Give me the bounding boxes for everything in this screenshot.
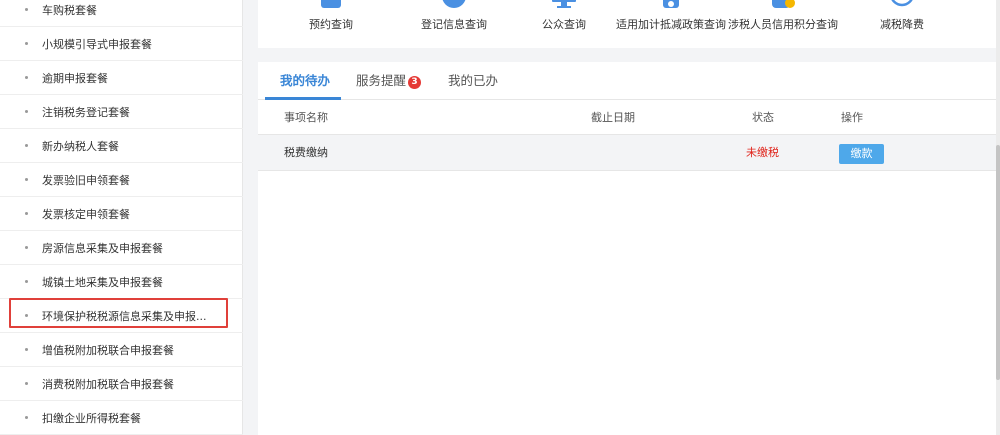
bullet-icon xyxy=(25,76,28,79)
sidebar-item-label: 小规模引导式申报套餐 xyxy=(42,37,152,51)
tab-bar: 我的待办 服务提醒 3 我的已办 xyxy=(258,62,1000,100)
column-header-item-name: 事项名称 xyxy=(284,111,328,124)
bullet-icon xyxy=(25,382,28,385)
quick-access-label: 预约查询 xyxy=(309,18,353,31)
sidebar-item-label: 注销税务登记套餐 xyxy=(42,105,130,119)
tab-my-done[interactable]: 我的已办 xyxy=(448,62,498,100)
calendar-search-icon xyxy=(321,0,341,8)
tab-my-todo[interactable]: 我的待办 xyxy=(280,62,330,100)
sidebar-item-label: 发票核定申领套餐 xyxy=(42,207,130,221)
document-icon xyxy=(663,0,679,8)
quick-access-label: 登记信息查询 xyxy=(421,18,487,31)
bullet-icon xyxy=(25,42,28,45)
sidebar-item-label: 环境保护税税源信息采集及申报... xyxy=(42,309,207,323)
quick-access-tax-reduction[interactable]: 减税降费 xyxy=(862,0,942,48)
sidebar-item-vehicle-tax[interactable]: 车购税套餐 xyxy=(0,0,243,27)
column-header-action: 操作 xyxy=(841,111,863,124)
tab-service-reminder[interactable]: 服务提醒 3 xyxy=(356,62,422,100)
bullet-icon xyxy=(25,416,28,419)
registration-info-icon xyxy=(442,0,466,8)
page-scrollbar[interactable] xyxy=(996,0,1000,435)
user-credit-icon xyxy=(772,0,795,8)
sidebar-item-label: 房源信息采集及申报套餐 xyxy=(42,241,163,255)
row-item-name: 税费缴纳 xyxy=(284,146,328,159)
table-row: 税费缴纳 未缴税 缴款 xyxy=(258,135,1000,171)
scrollbar-thumb[interactable] xyxy=(996,145,1000,380)
sidebar-item-label: 扣缴企业所得税套餐 xyxy=(42,411,141,425)
quick-access-bar: 预约查询 登记信息查询 公众查询 适用加计抵减政策查询 涉税人员信用积分查询 减… xyxy=(258,0,1000,48)
bullet-icon xyxy=(25,348,28,351)
monitor-icon xyxy=(552,0,576,8)
quick-access-label: 减税降费 xyxy=(880,18,924,31)
quick-access-credit-score-query[interactable]: 涉税人员信用积分查询 xyxy=(725,0,841,48)
bullet-icon xyxy=(25,110,28,113)
sidebar-item-label: 新办纳税人套餐 xyxy=(42,139,119,153)
sidebar-item-label: 车购税套餐 xyxy=(42,3,97,17)
sidebar-item-environmental-tax[interactable]: 环境保护税税源信息采集及申报... xyxy=(0,299,243,333)
bullet-icon xyxy=(25,144,28,147)
bullet-icon xyxy=(25,178,28,181)
quick-access-label: 适用加计抵减政策查询 xyxy=(616,18,726,31)
todo-panel: 我的待办 服务提醒 3 我的已办 事项名称 截止日期 状态 操作 税费缴纳 未缴税… xyxy=(258,62,1000,435)
sidebar-item-new-taxpayer[interactable]: 新办纳税人套餐 xyxy=(0,129,243,163)
sidebar-item-withholding-cit[interactable]: 扣缴企业所得税套餐 xyxy=(0,401,243,435)
quick-access-label: 涉税人员信用积分查询 xyxy=(728,18,838,31)
sidebar-item-overdue-filing[interactable]: 逾期申报套餐 xyxy=(0,61,243,95)
sidebar-item-property-info[interactable]: 房源信息采集及申报套餐 xyxy=(0,231,243,265)
sidebar-item-urban-land[interactable]: 城镇土地采集及申报套餐 xyxy=(0,265,243,299)
sidebar-item-label: 发票验旧申领套餐 xyxy=(42,173,130,187)
sidebar-item-small-scale-guided[interactable]: 小规模引导式申报套餐 xyxy=(0,27,243,61)
column-header-deadline: 截止日期 xyxy=(591,111,635,124)
bullet-icon xyxy=(25,280,28,283)
sidebar: 车购税套餐 小规模引导式申报套餐 逾期申报套餐 注销税务登记套餐 新办纳税人套餐… xyxy=(0,0,243,435)
tax-reduction-icon xyxy=(891,0,913,7)
bullet-icon xyxy=(25,212,28,215)
bullet-icon xyxy=(25,314,28,317)
sidebar-item-label: 增值税附加税联合申报套餐 xyxy=(42,343,174,357)
sidebar-item-consumption-surcharge[interactable]: 消费税附加税联合申报套餐 xyxy=(0,367,243,401)
bullet-icon xyxy=(25,8,28,11)
column-header-status: 状态 xyxy=(752,111,774,124)
tab-label: 服务提醒 xyxy=(356,73,407,88)
quick-access-public-query[interactable]: 公众查询 xyxy=(524,0,604,48)
sidebar-item-invoice-approve-apply[interactable]: 发票核定申领套餐 xyxy=(0,197,243,231)
sidebar-item-deregistration[interactable]: 注销税务登记套餐 xyxy=(0,95,243,129)
quick-access-deduction-policy-query[interactable]: 适用加计抵减政策查询 xyxy=(614,0,728,48)
sidebar-item-invoice-verify-apply[interactable]: 发票验旧申领套餐 xyxy=(0,163,243,197)
quick-access-label: 公众查询 xyxy=(542,18,586,31)
table-header: 事项名称 截止日期 状态 操作 xyxy=(258,100,1000,135)
sidebar-item-label: 逾期申报套餐 xyxy=(42,71,108,85)
sidebar-item-vat-surcharge[interactable]: 增值税附加税联合申报套餐 xyxy=(0,333,243,367)
quick-access-registration-query[interactable]: 登记信息查询 xyxy=(404,0,504,48)
notification-badge: 3 xyxy=(408,76,422,89)
sidebar-item-label: 城镇土地采集及申报套餐 xyxy=(42,275,163,289)
quick-access-appointment-query[interactable]: 预约查询 xyxy=(291,0,371,48)
sidebar-item-label: 消费税附加税联合申报套餐 xyxy=(42,377,174,391)
bullet-icon xyxy=(25,246,28,249)
row-status: 未缴税 xyxy=(746,146,779,159)
pay-button[interactable]: 缴款 xyxy=(839,144,884,164)
